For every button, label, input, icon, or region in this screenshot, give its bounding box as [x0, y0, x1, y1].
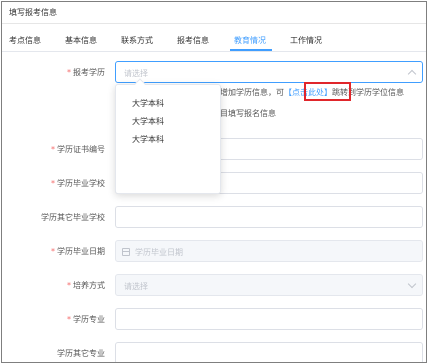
- training-mode-label-text: 培养方式: [73, 281, 105, 290]
- required-asterisk: *: [67, 315, 71, 324]
- other-school-input[interactable]: [115, 206, 423, 228]
- highlight-box: [304, 82, 351, 101]
- required-asterisk: *: [67, 68, 71, 77]
- education-level-dropdown: 大学本科 大学本科 大学本科: [115, 78, 221, 194]
- education-level-label: * 报考学历: [5, 67, 105, 78]
- grad-date-placeholder: 学历毕业日期: [135, 248, 183, 257]
- dropdown-option[interactable]: 大学本科: [132, 116, 164, 127]
- tab-education[interactable]: 教育情况: [234, 35, 266, 46]
- education-level-placeholder: 请选择: [124, 69, 148, 78]
- tab-bar: 考点信息 基本信息 联系方式 报考信息 教育情况 工作情况: [2, 32, 426, 52]
- other-school-label: 学历其它毕业学校: [41, 213, 105, 222]
- tab-contact[interactable]: 联系方式: [121, 35, 153, 46]
- grad-date-label: * 学历毕业日期: [5, 246, 105, 257]
- tab-work[interactable]: 工作情况: [290, 35, 322, 46]
- tab-basic-info[interactable]: 基本信息: [65, 35, 97, 46]
- major-input[interactable]: [115, 308, 423, 330]
- school-label-text: 学历毕业学校: [57, 179, 105, 188]
- page-header: 填写报考信息: [2, 2, 426, 24]
- active-tab-indicator: [230, 49, 272, 51]
- grad-date-picker[interactable]: 学历毕业日期: [115, 240, 423, 262]
- education-level-label-text: 报考学历: [73, 68, 105, 77]
- chevron-up-icon: [407, 69, 417, 79]
- training-mode-label: * 培养方式: [5, 280, 105, 291]
- cert-no-label-text: 学历证书编号: [57, 145, 105, 154]
- dropdown-option[interactable]: 大学本科: [132, 134, 164, 145]
- education-level-select[interactable]: 请选择: [115, 61, 423, 83]
- required-asterisk: *: [51, 247, 55, 256]
- tab-exam-site[interactable]: 考点信息: [9, 35, 41, 46]
- required-asterisk: *: [67, 281, 71, 290]
- other-major-label: 学历其它专业: [57, 349, 105, 358]
- school-label: * 学历毕业学校: [5, 178, 105, 189]
- training-mode-placeholder: 请选择: [124, 282, 148, 291]
- other-major-input[interactable]: [115, 342, 423, 362]
- required-asterisk: *: [51, 145, 55, 154]
- required-asterisk: *: [51, 179, 55, 188]
- major-label: * 学历专业: [5, 314, 105, 325]
- major-label-text: 学历专业: [73, 315, 105, 324]
- chevron-down-icon: [407, 279, 417, 289]
- tab-application-info[interactable]: 报考信息: [177, 35, 209, 46]
- form-window: 填写报考信息 考点信息 基本信息 联系方式 报考信息 教育情况 工作情况 * 报考…: [1, 1, 427, 363]
- dropdown-option[interactable]: 大学本科: [132, 98, 164, 109]
- page-title: 填写报考信息: [9, 8, 57, 17]
- cert-no-label: * 学历证书编号: [5, 144, 105, 155]
- grad-date-label-text: 学历毕业日期: [57, 247, 105, 256]
- training-mode-select[interactable]: 请选择: [115, 274, 423, 296]
- calendar-icon: [122, 248, 130, 256]
